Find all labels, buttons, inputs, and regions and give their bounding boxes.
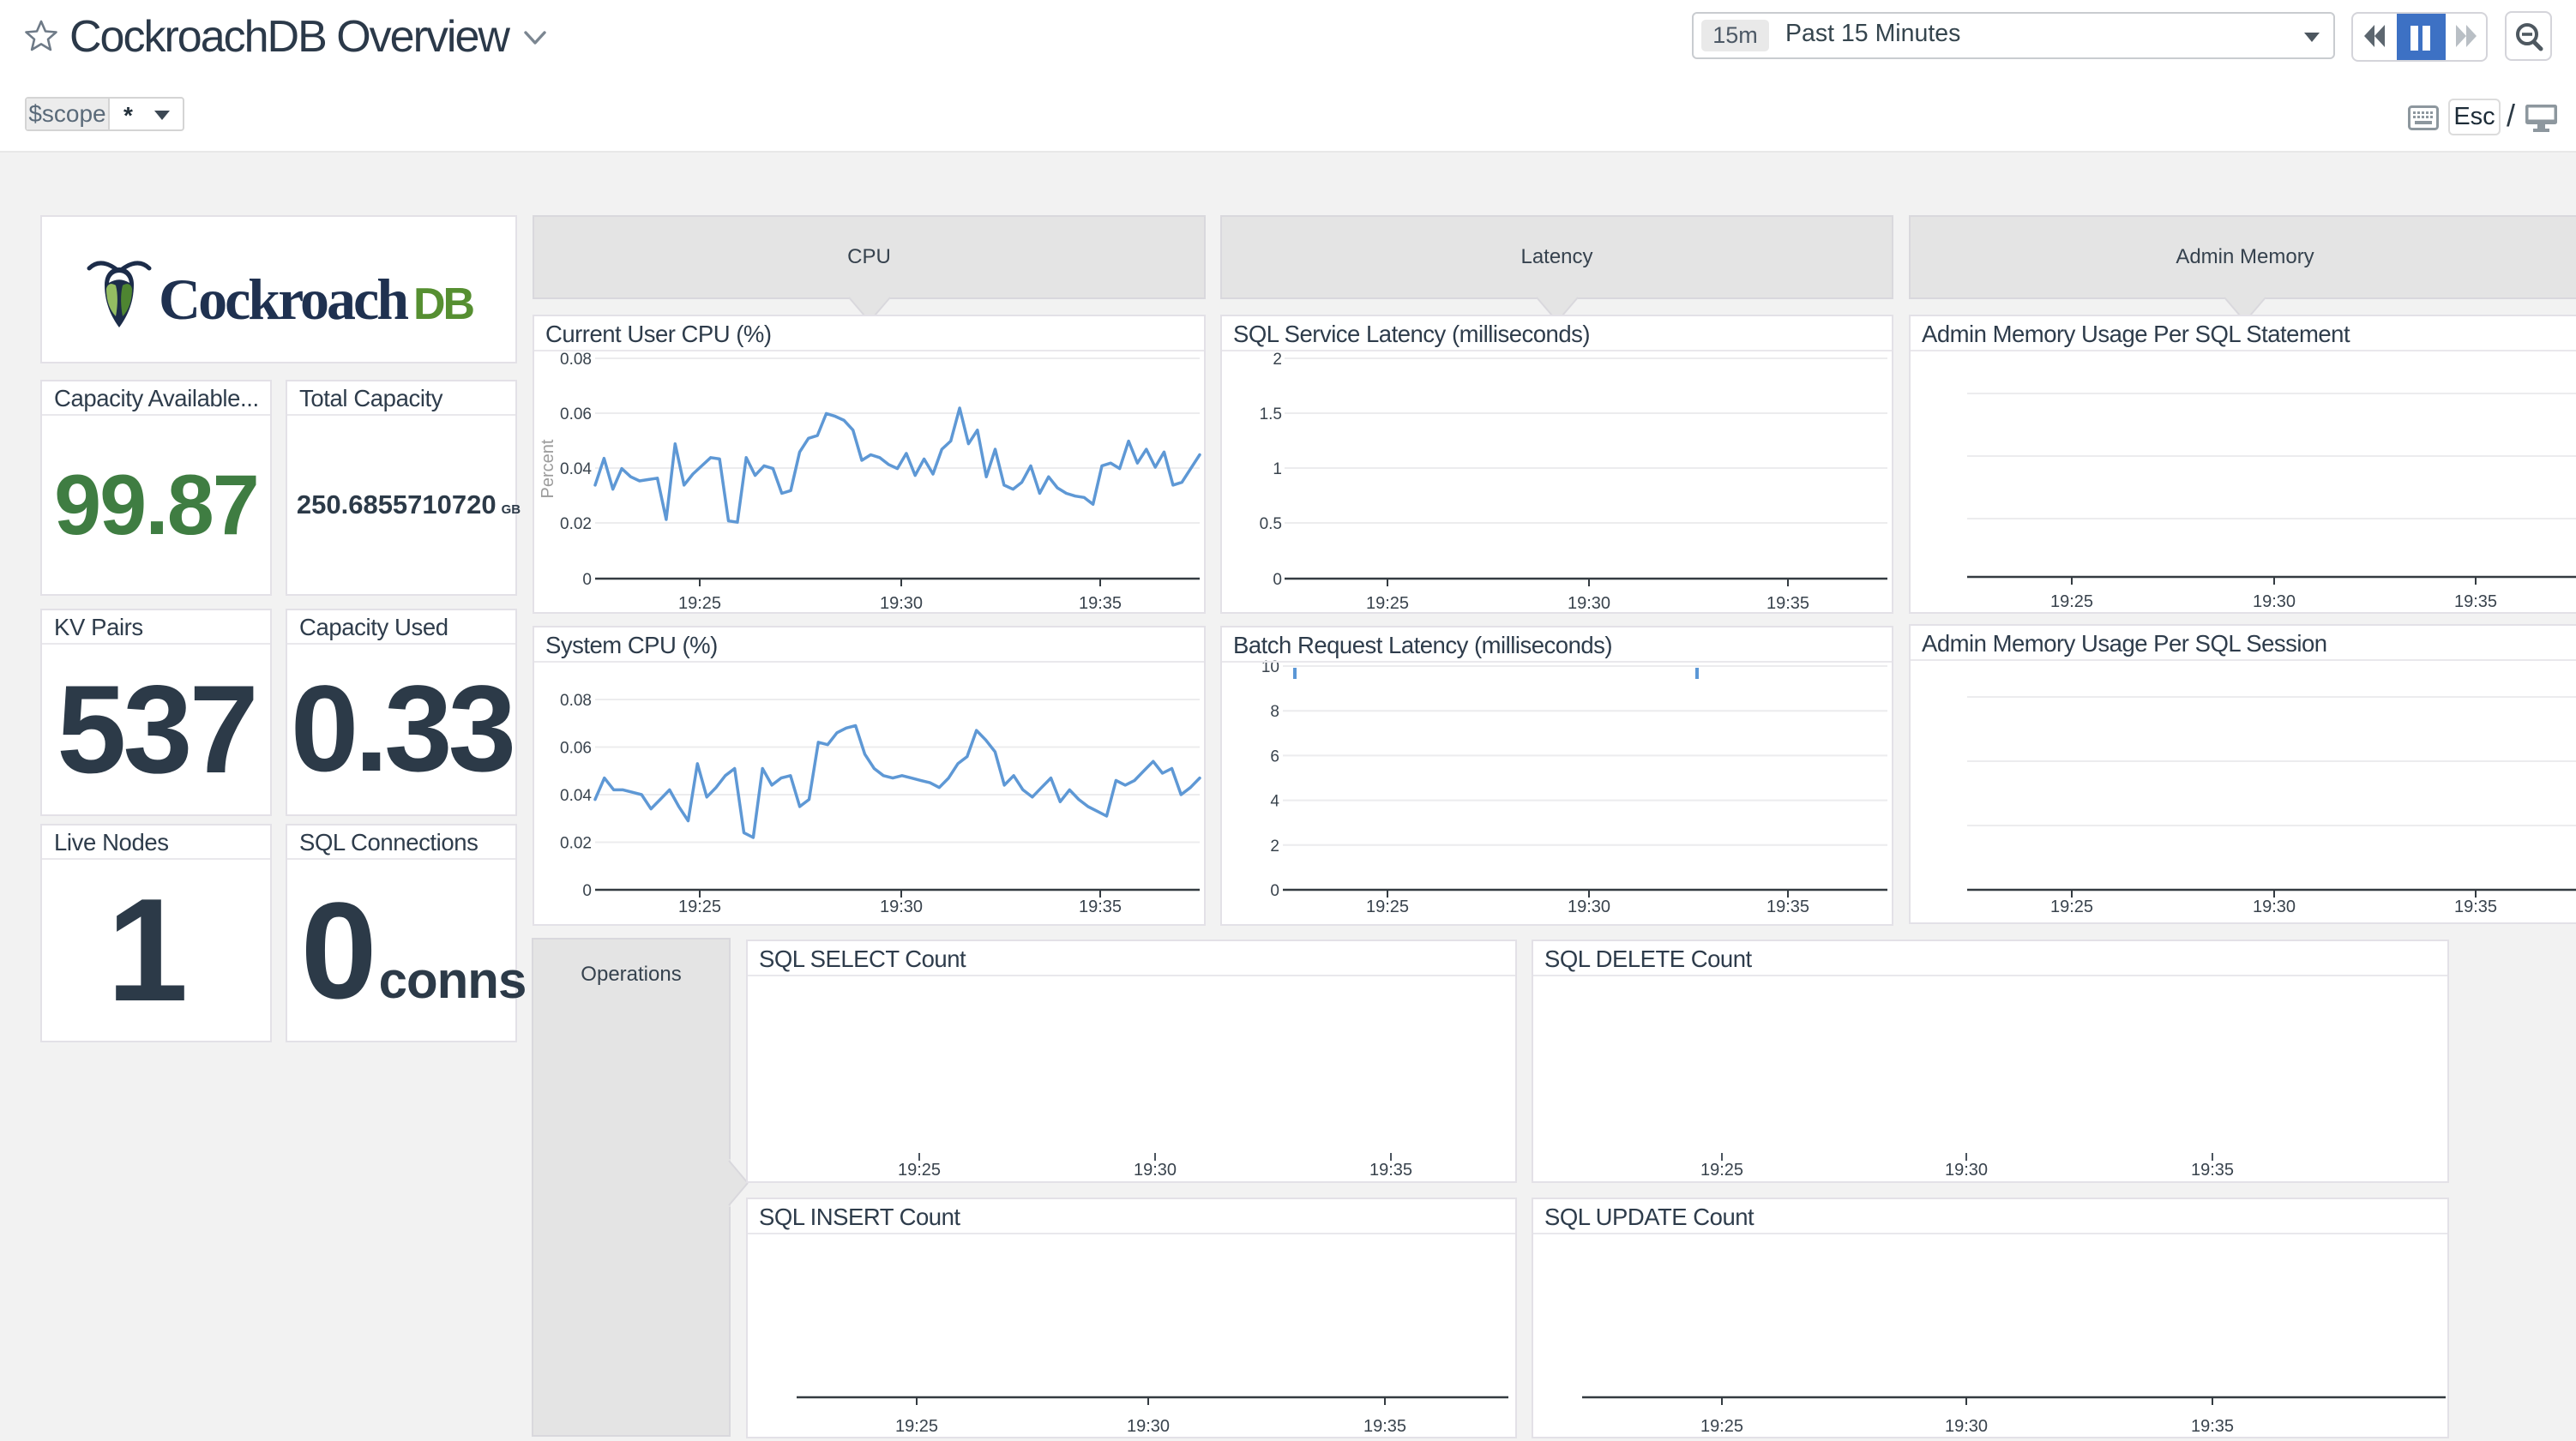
svg-text:19:30: 19:30 [1568,898,1610,916]
svg-text:0: 0 [1273,571,1282,589]
svg-text:8: 8 [1270,703,1279,721]
svg-text:19:30: 19:30 [2253,898,2296,916]
svg-text:19:25: 19:25 [1366,898,1409,916]
svg-text:19:35: 19:35 [1079,898,1122,916]
svg-text:0.02: 0.02 [560,835,592,853]
svg-text:19:30: 19:30 [1945,1417,1988,1436]
svg-text:0: 0 [582,571,592,589]
svg-text:6: 6 [1270,748,1279,766]
svg-text:1.5: 1.5 [1260,405,1282,423]
svg-text:19:25: 19:25 [1366,594,1409,612]
svg-text:1: 1 [1273,460,1282,478]
svg-text:19:35: 19:35 [1369,1161,1412,1180]
svg-text:19:25: 19:25 [678,898,721,916]
svg-text:0.08: 0.08 [560,351,592,369]
svg-text:19:35: 19:35 [2454,592,2497,611]
svg-text:19:35: 19:35 [1766,898,1809,916]
svg-text:2: 2 [1270,838,1279,856]
svg-text:19:25: 19:25 [895,1417,938,1436]
svg-text:19:30: 19:30 [880,898,923,916]
svg-text:19:35: 19:35 [2454,898,2497,916]
svg-text:19:30: 19:30 [1127,1417,1170,1436]
svg-text:19:25: 19:25 [2050,592,2093,611]
svg-text:0.06: 0.06 [560,740,592,758]
svg-text:19:30: 19:30 [1945,1161,1988,1180]
svg-text:19:35: 19:35 [2191,1161,2234,1180]
svg-text:Cockroach: Cockroach [159,267,408,332]
svg-text:0: 0 [582,882,592,900]
svg-text:Percent: Percent [539,439,557,498]
svg-text:0.06: 0.06 [560,405,592,423]
svg-text:19:30: 19:30 [2253,592,2296,611]
svg-text:19:25: 19:25 [2050,898,2093,916]
svg-text:DB: DB [413,279,474,329]
svg-text:19:30: 19:30 [1134,1161,1177,1180]
svg-text:19:30: 19:30 [1568,594,1610,612]
svg-text:19:25: 19:25 [678,594,721,612]
svg-text:4: 4 [1270,793,1279,811]
svg-text:0.08: 0.08 [560,692,592,710]
svg-text:19:35: 19:35 [1363,1417,1406,1436]
svg-text:2: 2 [1273,351,1282,369]
svg-text:0.02: 0.02 [560,515,592,533]
svg-text:19:30: 19:30 [880,594,923,612]
svg-text:0: 0 [1270,882,1279,900]
svg-text:19:35: 19:35 [2191,1417,2234,1436]
svg-text:19:35: 19:35 [1766,594,1809,612]
svg-text:19:25: 19:25 [1700,1161,1743,1180]
svg-text:0.5: 0.5 [1260,515,1282,533]
svg-text:19:25: 19:25 [898,1161,941,1180]
svg-text:0.04: 0.04 [560,787,592,805]
svg-text:19:35: 19:35 [1079,594,1122,612]
svg-text:0.04: 0.04 [560,460,592,478]
svg-text:19:25: 19:25 [1700,1417,1743,1436]
